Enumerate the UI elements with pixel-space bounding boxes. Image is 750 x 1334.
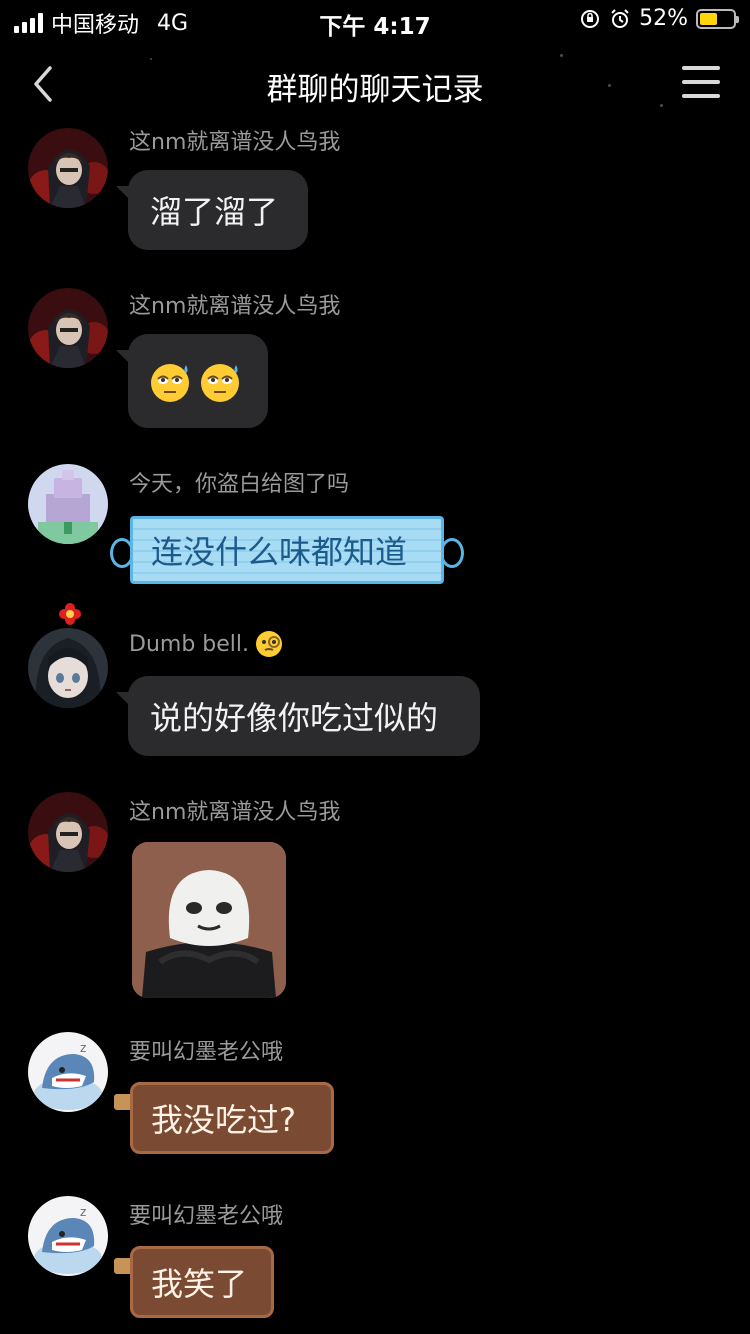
nav-bar: 群聊的聊天记录 <box>0 48 750 120</box>
alarm-icon <box>611 8 629 28</box>
avatar[interactable]: z <box>28 1196 108 1276</box>
sender-name: 要叫幻墨老公哦 <box>129 1204 284 1229</box>
status-bar-right: 52% <box>579 6 739 31</box>
message-text: 我笑了 <box>151 1265 248 1303</box>
sender-name: 这nm就离谱没人鸟我 <box>129 130 341 155</box>
message-bubble[interactable]: 我笑了 <box>130 1246 274 1318</box>
panda-head-meme-sticker[interactable] <box>132 842 286 998</box>
message-bubble[interactable]: 连没什么味都知道 <box>130 516 444 584</box>
sender-name: 这nm就离谱没人鸟我 <box>129 800 341 825</box>
message-text: 溜了溜了 <box>150 193 279 231</box>
flower-badge-icon <box>59 603 81 625</box>
battery-icon <box>696 8 739 29</box>
sweat-roll-eyes-emoji <box>201 364 239 402</box>
avatar[interactable] <box>28 792 108 872</box>
sender-name: 这nm就离谱没人鸟我 <box>129 294 341 319</box>
message-text: 连没什么味都知道 <box>151 533 408 571</box>
hamburger-menu-icon[interactable] <box>682 66 720 100</box>
sweat-roll-eyes-emoji <box>151 364 189 402</box>
avatar[interactable] <box>28 288 108 368</box>
status-bar: 中国移动 4G 下午 4:17 52% <box>0 0 750 40</box>
rotation-lock-icon <box>581 9 600 28</box>
sender-name-text: Dumb bell. <box>129 631 249 657</box>
svg-text:z: z <box>80 1205 86 1219</box>
message-bubble[interactable] <box>116 334 268 428</box>
sender-name: Dumb bell. <box>129 630 283 658</box>
avatar[interactable]: z <box>28 1032 108 1112</box>
message-text: 说的好像你吃过似的 <box>150 699 439 737</box>
sender-name: 要叫幻墨老公哦 <box>129 1040 284 1065</box>
avatar[interactable] <box>28 628 108 708</box>
message-bubble[interactable]: 说的好像你吃过似的 <box>116 676 480 756</box>
page-title: 群聊的聊天记录 <box>266 72 484 108</box>
svg-text:z: z <box>80 1041 86 1055</box>
avatar[interactable] <box>28 464 108 544</box>
sender-name: 今天，你盗白给图了吗 <box>129 472 350 497</box>
battery-percent: 52% <box>639 6 688 31</box>
battery-level-fill <box>700 12 717 25</box>
avatar[interactable] <box>28 128 108 208</box>
monocle-face-emoji <box>256 631 282 657</box>
message-bubble[interactable]: 我没吃过? <box>130 1082 334 1154</box>
message-text: 我没吃过? <box>151 1101 296 1139</box>
message-bubble[interactable]: 溜了溜了 <box>116 170 308 250</box>
